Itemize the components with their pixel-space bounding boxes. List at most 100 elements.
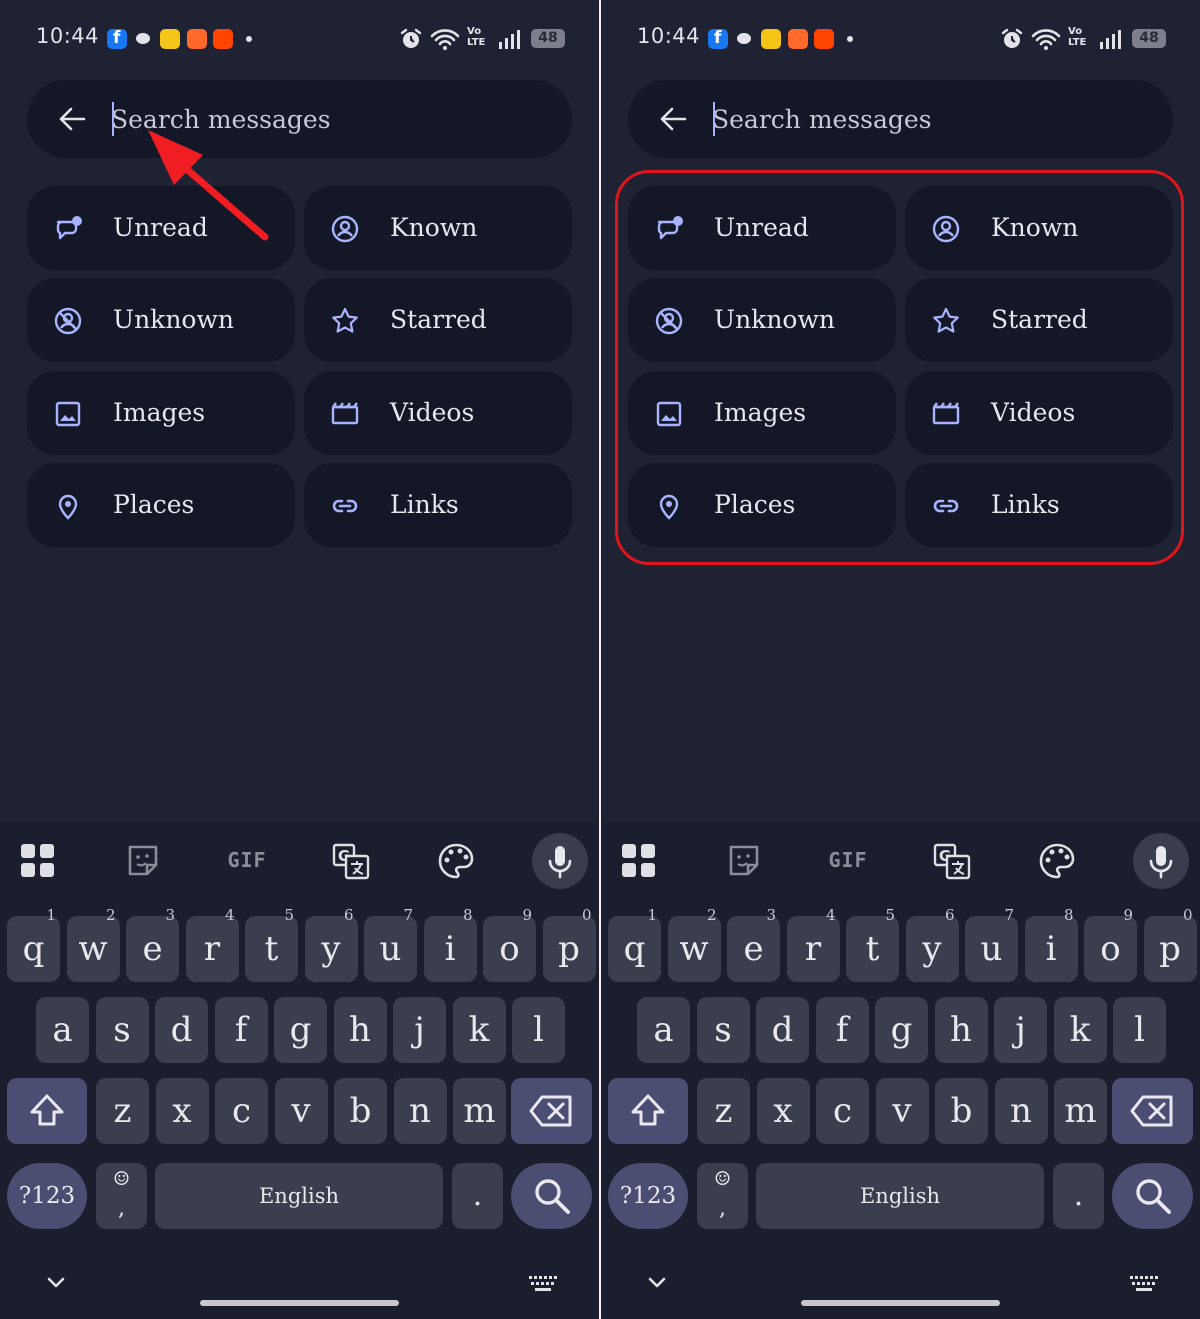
mic-icon[interactable] bbox=[1133, 833, 1189, 889]
search-input[interactable] bbox=[712, 98, 1132, 140]
key-n[interactable]: n bbox=[994, 1078, 1048, 1144]
key-r[interactable]: r4 bbox=[185, 906, 239, 982]
period-key[interactable]: . bbox=[1053, 1163, 1104, 1229]
filter-chip-videos[interactable]: Videos bbox=[304, 371, 572, 455]
gif-icon[interactable]: GIF bbox=[823, 836, 873, 886]
gesture-home-bar[interactable] bbox=[200, 1300, 399, 1306]
key-q[interactable]: q1 bbox=[608, 906, 661, 982]
key-x[interactable]: x bbox=[155, 1078, 209, 1144]
translate-icon[interactable]: G bbox=[927, 836, 977, 886]
emoji-comma-key[interactable]: ☺, bbox=[96, 1163, 147, 1229]
period-key[interactable]: . bbox=[452, 1163, 503, 1229]
translate-icon[interactable]: G bbox=[326, 836, 376, 886]
key-s[interactable]: s bbox=[696, 997, 750, 1063]
palette-icon[interactable] bbox=[1032, 836, 1082, 886]
key-a[interactable]: a bbox=[36, 997, 89, 1063]
key-y[interactable]: y6 bbox=[905, 906, 959, 982]
apps-grid-icon[interactable] bbox=[13, 836, 63, 886]
key-k[interactable]: k bbox=[1053, 997, 1107, 1063]
key-u[interactable]: u7 bbox=[364, 906, 417, 982]
key-z[interactable]: z bbox=[96, 1078, 149, 1144]
key-letter: f bbox=[835, 1010, 849, 1050]
arrow-left-icon[interactable] bbox=[57, 104, 87, 134]
key-z[interactable]: z bbox=[697, 1078, 750, 1144]
sticker-icon[interactable] bbox=[118, 836, 168, 886]
orange-app-icon bbox=[788, 29, 808, 49]
mic-icon[interactable] bbox=[532, 833, 588, 889]
key-y[interactable]: y6 bbox=[304, 906, 358, 982]
key-a[interactable]: a bbox=[637, 997, 690, 1063]
keyboard-icon[interactable] bbox=[1129, 1274, 1159, 1298]
key-e[interactable]: e3 bbox=[727, 906, 780, 982]
space-bar[interactable]: English bbox=[756, 1163, 1044, 1229]
key-e[interactable]: e3 bbox=[126, 906, 179, 982]
key-l[interactable]: l bbox=[512, 997, 565, 1063]
key-h[interactable]: h bbox=[934, 997, 988, 1063]
gesture-home-bar[interactable] bbox=[801, 1300, 1000, 1306]
key-letter: t bbox=[865, 929, 880, 969]
key-t[interactable]: t5 bbox=[846, 906, 899, 982]
key-s[interactable]: s bbox=[95, 997, 149, 1063]
key-f[interactable]: f bbox=[214, 997, 268, 1063]
key-b[interactable]: b bbox=[935, 1078, 988, 1144]
emoji-comma-key[interactable]: ☺, bbox=[697, 1163, 748, 1229]
key-b[interactable]: b bbox=[334, 1078, 387, 1144]
key-o[interactable]: o9 bbox=[1084, 906, 1137, 982]
key-letter: i bbox=[444, 929, 456, 969]
key-c[interactable]: c bbox=[215, 1078, 268, 1144]
filter-chip-known[interactable]: Known bbox=[304, 186, 572, 270]
shift-key[interactable] bbox=[7, 1078, 87, 1144]
key-m[interactable]: m bbox=[1054, 1078, 1107, 1144]
key-o[interactable]: o9 bbox=[483, 906, 536, 982]
filter-chip-links[interactable]: Links bbox=[304, 463, 572, 547]
key-n[interactable]: n bbox=[393, 1078, 447, 1144]
chevron-down-icon[interactable] bbox=[44, 1270, 68, 1298]
key-f[interactable]: f bbox=[815, 997, 869, 1063]
key-m[interactable]: m bbox=[453, 1078, 506, 1144]
keyboard-icon[interactable] bbox=[528, 1274, 558, 1298]
key-i[interactable]: i8 bbox=[1024, 906, 1078, 982]
shift-key[interactable] bbox=[608, 1078, 688, 1144]
key-p[interactable]: p0 bbox=[542, 906, 596, 982]
palette-icon[interactable] bbox=[431, 836, 481, 886]
key-q[interactable]: q1 bbox=[7, 906, 60, 982]
alarm-icon bbox=[1000, 27, 1024, 51]
key-r[interactable]: r4 bbox=[786, 906, 840, 982]
numbers-key[interactable]: ?123 bbox=[608, 1163, 688, 1229]
key-j[interactable]: j bbox=[393, 997, 446, 1063]
filter-chip-images[interactable]: Images bbox=[27, 371, 295, 455]
key-k[interactable]: k bbox=[452, 997, 506, 1063]
numbers-key[interactable]: ?123 bbox=[7, 1163, 87, 1229]
gif-icon[interactable]: GIF bbox=[222, 836, 272, 886]
key-d[interactable]: d bbox=[756, 997, 809, 1063]
backspace-key[interactable] bbox=[1112, 1078, 1193, 1144]
space-bar[interactable]: English bbox=[155, 1163, 443, 1229]
chevron-down-icon[interactable] bbox=[645, 1270, 669, 1298]
search-key[interactable] bbox=[1112, 1163, 1193, 1229]
key-u[interactable]: u7 bbox=[965, 906, 1018, 982]
key-g[interactable]: g bbox=[875, 997, 928, 1063]
filter-chip-unknown[interactable]: Unknown bbox=[27, 278, 295, 362]
key-g[interactable]: g bbox=[274, 997, 327, 1063]
filter-chip-places[interactable]: Places bbox=[27, 463, 295, 547]
key-i[interactable]: i8 bbox=[423, 906, 477, 982]
key-w[interactable]: w2 bbox=[667, 906, 721, 982]
key-t[interactable]: t5 bbox=[245, 906, 298, 982]
key-l[interactable]: l bbox=[1113, 997, 1166, 1063]
key-p[interactable]: p0 bbox=[1143, 906, 1197, 982]
key-h[interactable]: h bbox=[333, 997, 387, 1063]
key-c[interactable]: c bbox=[816, 1078, 869, 1144]
key-letter: a bbox=[653, 1010, 674, 1050]
key-j[interactable]: j bbox=[994, 997, 1047, 1063]
key-w[interactable]: w2 bbox=[66, 906, 120, 982]
key-d[interactable]: d bbox=[155, 997, 208, 1063]
sticker-icon[interactable] bbox=[719, 836, 769, 886]
filter-chip-starred[interactable]: Starred bbox=[304, 278, 572, 362]
key-x[interactable]: x bbox=[756, 1078, 810, 1144]
arrow-left-icon[interactable] bbox=[658, 104, 688, 134]
search-key[interactable] bbox=[511, 1163, 592, 1229]
apps-grid-icon[interactable] bbox=[614, 836, 664, 886]
key-v[interactable]: v bbox=[274, 1078, 328, 1144]
backspace-key[interactable] bbox=[511, 1078, 592, 1144]
key-v[interactable]: v bbox=[875, 1078, 929, 1144]
